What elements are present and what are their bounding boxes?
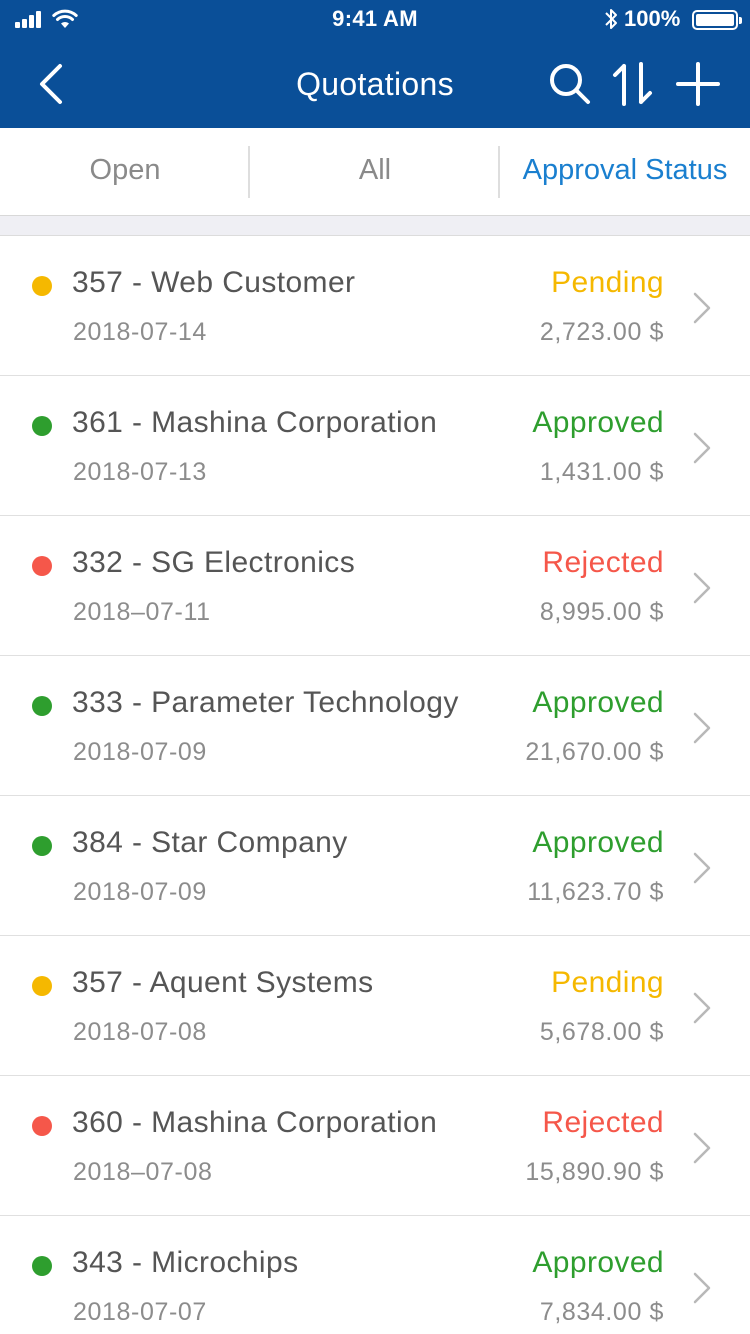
quotation-date: 2018-07-13 <box>73 458 207 486</box>
quotation-title: 361 - Mashina Corporation <box>72 406 438 439</box>
quotation-amount: 21,670.00 $ <box>525 738 664 766</box>
bluetooth-icon <box>605 9 617 29</box>
status-label: Rejected <box>542 546 664 579</box>
quotation-date: 2018-07-14 <box>73 318 207 346</box>
status-label: Rejected <box>542 1106 664 1139</box>
status-label: Approved <box>532 826 664 859</box>
quotation-date: 2018–07-11 <box>73 598 211 626</box>
quotation-title: 360 - Mashina Corporation <box>72 1106 438 1139</box>
status-label: Approved <box>532 686 664 719</box>
quotation-amount: 7,834.00 $ <box>539 1298 664 1326</box>
app-header: 9:41 AM 100% Quotations <box>0 0 750 128</box>
chevron-right-icon <box>693 572 711 604</box>
quotation-date: 2018-07-07 <box>73 1298 207 1326</box>
quotation-amount: 11,623.70 $ <box>527 878 664 906</box>
battery-percentage: 100% <box>624 6 681 31</box>
quotation-amount: 15,890.90 $ <box>525 1158 664 1186</box>
tab-approval-status[interactable]: Approval Status <box>500 128 750 216</box>
chevron-right-icon <box>693 1272 711 1304</box>
status-dot <box>32 556 52 576</box>
status-label: Pending <box>551 966 664 999</box>
tab-open[interactable]: Open <box>0 128 250 216</box>
quotation-row[interactable]: 357 - Aquent Systems 2018-07-08 Pending 5,6… <box>0 936 750 1076</box>
quotation-title: 357 - Aquent Systems <box>72 966 374 999</box>
add-quotation-button[interactable] <box>674 60 722 108</box>
quotation-date: 2018–07-08 <box>73 1158 213 1186</box>
quotation-row[interactable]: 332 - SG Electronics 2018–07-11 Rejected 8,… <box>0 516 750 656</box>
quotation-title: 384 - Star Company <box>72 826 348 859</box>
status-dot <box>32 1116 52 1136</box>
chevron-right-icon <box>693 432 711 464</box>
quotation-title: 357 - Web Customer <box>72 266 356 299</box>
status-label: Pending <box>551 266 664 299</box>
quotation-amount: 8,995.00 $ <box>539 598 664 626</box>
quotation-row[interactable]: 384 - Star Company 2018-07-09 Approved 11,6… <box>0 796 750 936</box>
chevron-right-icon <box>693 712 711 744</box>
status-label: Approved <box>532 1246 664 1279</box>
status-label: Approved <box>532 406 664 439</box>
chevron-right-icon <box>693 852 711 884</box>
chevron-right-icon <box>693 1132 711 1164</box>
quotation-amount: 2,723.00 $ <box>539 318 664 346</box>
quotation-row[interactable]: 361 - Mashina Corporation 2018-07-13 Appro… <box>0 376 750 516</box>
tab-all[interactable]: All <box>250 128 500 216</box>
quotation-amount: 1,431.00 $ <box>539 458 664 486</box>
quotation-date: 2018-07-09 <box>73 878 207 906</box>
section-separator <box>0 216 750 236</box>
filter-tabs: Open All Approval Status <box>0 128 750 216</box>
quotation-list: 357 - Web Customer 2018-07-14 Pending 2,723… <box>0 236 750 1334</box>
status-bar: 9:41 AM 100% <box>0 0 750 40</box>
chevron-right-icon <box>693 992 711 1024</box>
quotation-title: 333 - Parameter Technology <box>72 686 459 719</box>
quotation-row[interactable]: 360 - Mashina Corporation 2018–07-08 Rejec… <box>0 1076 750 1216</box>
status-dot <box>32 1256 52 1276</box>
chevron-right-icon <box>693 292 711 324</box>
battery-icon <box>692 10 742 30</box>
quotation-row[interactable]: 333 - Parameter Technology 2018-07-09 Appr… <box>0 656 750 796</box>
quotation-row[interactable]: 357 - Web Customer 2018-07-14 Pending 2,723… <box>0 236 750 376</box>
quotation-amount: 5,678.00 $ <box>539 1018 664 1046</box>
quotation-date: 2018-07-08 <box>73 1018 207 1046</box>
quotation-title: 343 - Microchips <box>72 1246 299 1279</box>
quotation-title: 332 - SG Electronics <box>72 546 356 579</box>
status-dot <box>32 276 52 296</box>
status-dot <box>32 836 52 856</box>
quotation-row[interactable]: 343 - Microchips 2018-07-07 Approved 7,834.… <box>0 1216 750 1334</box>
status-dot <box>32 976 52 996</box>
sort-icon[interactable] <box>610 60 658 108</box>
status-dot <box>32 696 52 716</box>
search-icon[interactable] <box>546 60 594 108</box>
quotation-date: 2018-07-09 <box>73 738 207 766</box>
status-dot <box>32 416 52 436</box>
